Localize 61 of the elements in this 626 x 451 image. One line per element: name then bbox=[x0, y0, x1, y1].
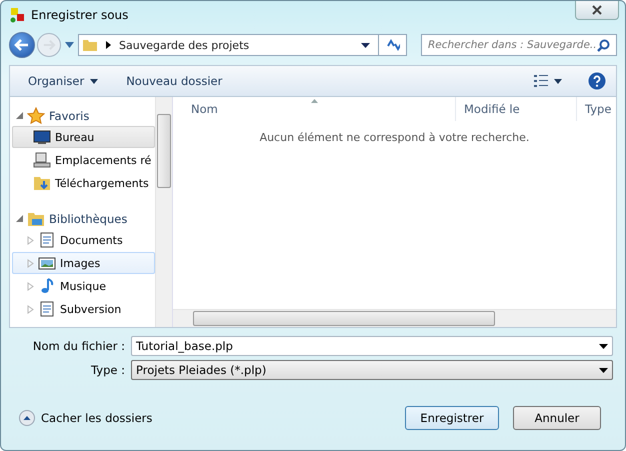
address-path[interactable]: Sauvegarde des projets bbox=[119, 38, 353, 52]
collapsed-arrow-icon bbox=[27, 236, 34, 244]
caret-icon bbox=[599, 344, 608, 348]
filename-field[interactable]: Tutorial_base.plp bbox=[131, 336, 613, 356]
field-label: Nom du fichier : bbox=[32, 339, 125, 353]
caret-icon bbox=[599, 368, 608, 372]
document-icon bbox=[38, 301, 56, 317]
library-folder-icon bbox=[27, 210, 45, 226]
empty-message: Aucun élément ne correspond à votre recherche. bbox=[258, 131, 530, 146]
toolbar-button[interactable]: Organiser bbox=[16, 70, 110, 92]
file-type-dropdown[interactable]: Projets Pleiades (*.plp) bbox=[131, 360, 613, 380]
close-button[interactable] bbox=[575, 1, 619, 20]
history-dropdown-icon[interactable] bbox=[65, 42, 74, 48]
scroll-thumb[interactable] bbox=[157, 114, 171, 188]
sidebar-item[interactable]: Bureau bbox=[12, 126, 155, 148]
download-folder-icon bbox=[33, 175, 51, 191]
caret-icon bbox=[90, 78, 98, 84]
help-button[interactable] bbox=[586, 72, 608, 90]
column-header[interactable]: Type bbox=[577, 97, 616, 121]
collapsed-arrow-icon bbox=[27, 304, 34, 314]
document-icon bbox=[38, 232, 56, 248]
caret-icon bbox=[361, 42, 370, 48]
sidebar-item[interactable]: Musique bbox=[12, 275, 155, 297]
list-view-icon bbox=[534, 75, 548, 87]
back-button[interactable] bbox=[9, 32, 35, 58]
folder-icon bbox=[82, 37, 98, 53]
sidebar-group[interactable]: Favoris bbox=[10, 105, 155, 126]
horizontal-scrollbar[interactable] bbox=[173, 309, 616, 327]
address-bar[interactable]: Sauvegarde des projets bbox=[78, 34, 379, 56]
help-icon bbox=[588, 72, 606, 90]
sidebar-group[interactable]: Bibliothèques bbox=[10, 208, 155, 229]
scroll-thumb[interactable] bbox=[193, 311, 495, 326]
search-field[interactable]: Rechercher dans : Sauvegarde... bbox=[421, 34, 617, 56]
sort-ascending-icon bbox=[311, 99, 318, 103]
sidebar-item[interactable]: Subversion bbox=[12, 298, 155, 320]
dialog-button[interactable]: Annuler bbox=[513, 406, 601, 430]
arrow-left-icon bbox=[14, 38, 30, 52]
collapsed-arrow-icon bbox=[27, 282, 34, 290]
toolbar-button[interactable]: Nouveau dossier bbox=[114, 70, 234, 92]
arrow-right-icon bbox=[42, 39, 56, 51]
sidebar-item[interactable]: Emplacements ré bbox=[12, 149, 155, 171]
app-icon bbox=[9, 7, 25, 23]
column-header[interactable]: Modifié le bbox=[456, 97, 577, 121]
picture-icon bbox=[38, 255, 56, 271]
desktop-icon bbox=[33, 129, 51, 145]
dialog-button[interactable]: Enregistrer bbox=[405, 406, 499, 430]
close-icon bbox=[591, 5, 603, 15]
sidebar-item[interactable]: Documents bbox=[12, 229, 155, 251]
window-title: Enregistrer sous bbox=[31, 8, 128, 22]
network-computer-icon bbox=[33, 152, 51, 168]
refresh-button[interactable] bbox=[379, 34, 407, 56]
hide-folders-toggle[interactable]: Cacher les dossiers bbox=[19, 410, 152, 426]
caret-icon bbox=[554, 78, 562, 84]
collapsed-arrow-icon bbox=[27, 258, 34, 268]
vertical-scrollbar[interactable] bbox=[155, 97, 172, 327]
sidebar-item[interactable]: Images bbox=[12, 252, 155, 274]
field-label: Type : bbox=[90, 363, 125, 377]
search-icon bbox=[597, 38, 610, 52]
star-icon bbox=[27, 106, 45, 124]
breadcrumb-arrow-icon bbox=[106, 41, 111, 49]
sidebar-item[interactable]: Téléchargements bbox=[12, 172, 155, 194]
